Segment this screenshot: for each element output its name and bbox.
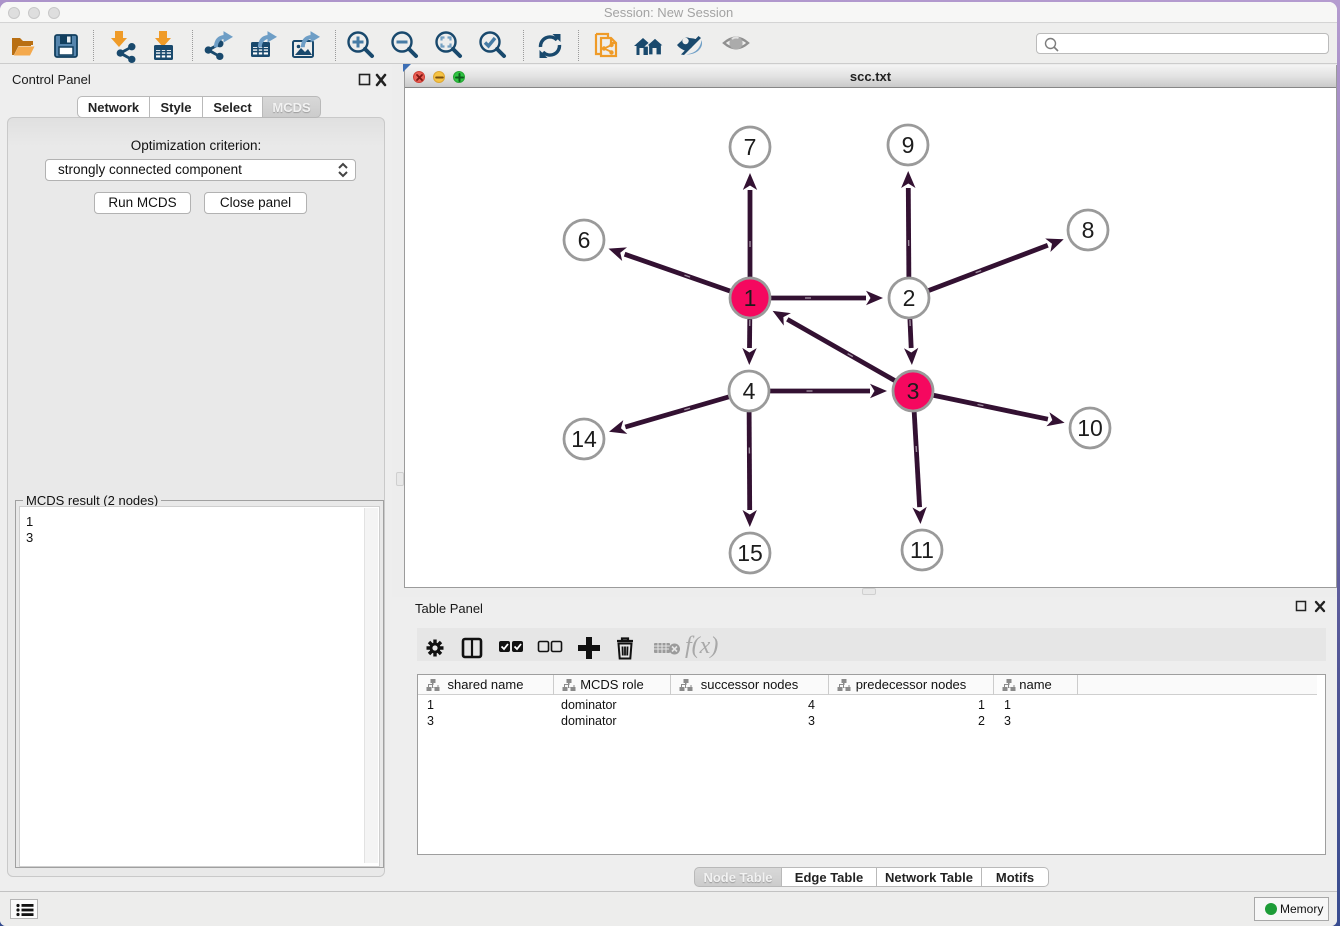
svg-text:6: 6 — [578, 227, 591, 253]
svg-text:7: 7 — [744, 134, 757, 160]
svg-text:14: 14 — [571, 426, 597, 452]
svg-text:1: 1 — [744, 285, 757, 311]
svg-text:15: 15 — [737, 540, 763, 566]
svg-text:11: 11 — [910, 537, 934, 563]
svg-text:2: 2 — [903, 285, 916, 311]
svg-text:9: 9 — [902, 132, 915, 158]
svg-text:10: 10 — [1077, 415, 1103, 441]
svg-text:8: 8 — [1082, 217, 1095, 243]
svg-text:4: 4 — [743, 378, 756, 404]
svg-text:3: 3 — [907, 378, 920, 404]
